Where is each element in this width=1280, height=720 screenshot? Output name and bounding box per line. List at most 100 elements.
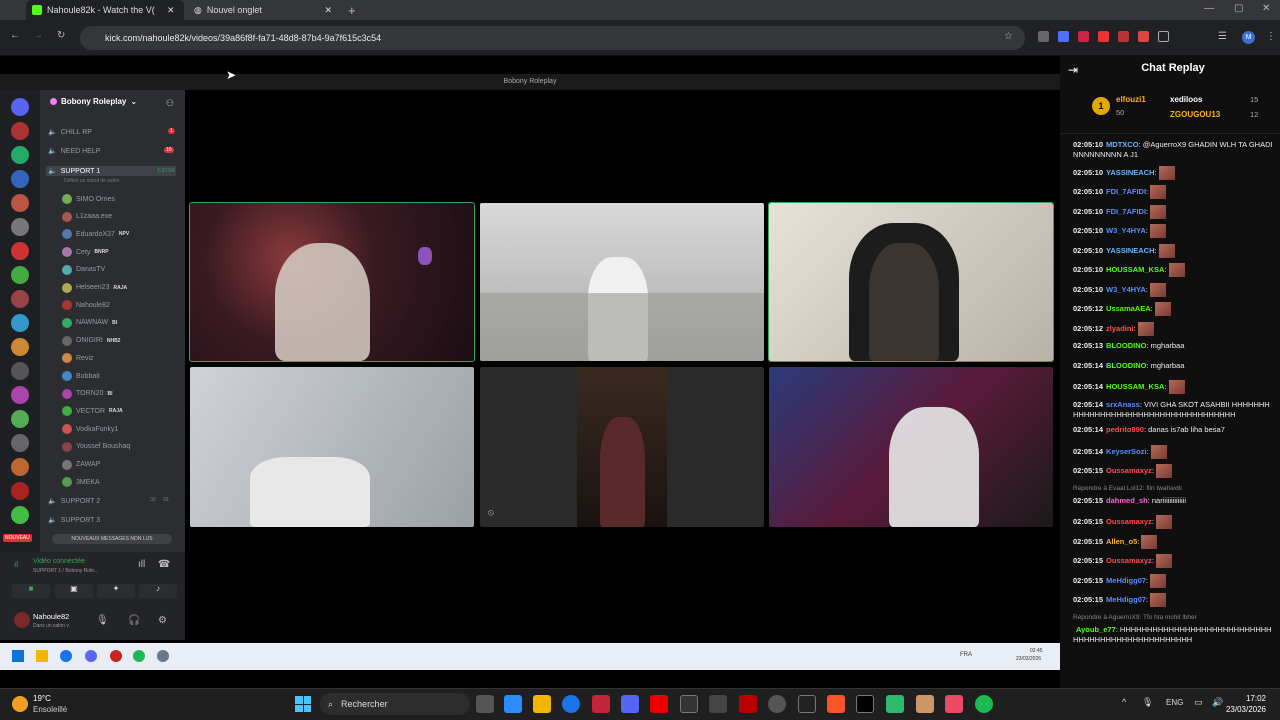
reply-context[interactable]: Répondre à Evaal.Lol12: flin twahaxtk bbox=[1073, 484, 1273, 494]
app-icon[interactable] bbox=[768, 695, 786, 713]
new-tab-button[interactable]: + bbox=[348, 3, 356, 18]
chat-message[interactable]: 02:05:14 BLOODINO: mgharbaa bbox=[1073, 361, 1273, 371]
message-username[interactable]: YASSINEACH bbox=[1106, 246, 1155, 255]
channel-chill-rp[interactable]: 🔈 CHILL RP bbox=[48, 128, 92, 137]
weather-icon[interactable] bbox=[12, 696, 28, 712]
chat-message[interactable]: 02:05:15 dahmed_sh: nariiiiiiiiiiiiii bbox=[1073, 496, 1273, 506]
spotify-icon[interactable] bbox=[133, 650, 145, 662]
server-icon[interactable] bbox=[11, 194, 29, 212]
extensions-puzzle-icon[interactable] bbox=[1158, 31, 1169, 42]
chat-message[interactable]: Ayoub_e77: HHHHHHHHHHHHHHHHHHHHHHHHHHHHH… bbox=[1073, 625, 1273, 645]
copilot-icon[interactable] bbox=[504, 695, 522, 713]
app-icon[interactable] bbox=[886, 695, 904, 713]
chat-message[interactable]: 02:05:10 W3_Y4HYA: bbox=[1073, 224, 1273, 239]
app-icon[interactable] bbox=[592, 695, 610, 713]
chrome-icon[interactable] bbox=[60, 650, 72, 662]
extension-icon[interactable] bbox=[1058, 31, 1069, 42]
chat-message[interactable]: 02:05:12 zlyadini: bbox=[1073, 321, 1273, 336]
chat-message[interactable]: 02:05:10 HOUSSAM_KSA: bbox=[1073, 263, 1273, 278]
chat-message[interactable]: 02:05:15 MeHdigg07: bbox=[1073, 593, 1273, 608]
extension-icon[interactable] bbox=[1118, 31, 1129, 42]
message-username[interactable]: srxAnass bbox=[1106, 400, 1140, 409]
video-tile-3[interactable] bbox=[768, 202, 1054, 362]
server-icon[interactable] bbox=[11, 410, 29, 428]
message-username[interactable]: FDI_7AFIDI bbox=[1106, 207, 1146, 216]
chrome-icon[interactable] bbox=[562, 695, 580, 713]
chat-message[interactable]: 02:05:14 HOUSSAM_KSA: bbox=[1073, 380, 1273, 395]
tab-kick[interactable]: Nahoule82k - Watch the V( ✕ bbox=[26, 0, 184, 20]
voice-member[interactable]: ZAWAP bbox=[62, 459, 100, 470]
chat-message[interactable]: 02:05:15 Oussamaxyz: bbox=[1073, 464, 1273, 479]
headphones-icon[interactable]: 🎧 bbox=[128, 615, 140, 626]
video-tile-4[interactable] bbox=[190, 367, 474, 527]
xm-icon[interactable] bbox=[798, 695, 816, 713]
server-icon[interactable] bbox=[11, 218, 29, 236]
server-icon[interactable] bbox=[11, 266, 29, 284]
video-tile-5[interactable]: ⦸ bbox=[480, 367, 764, 527]
server-icon[interactable] bbox=[11, 122, 29, 140]
message-username[interactable]: W3_Y4HYA bbox=[1106, 226, 1146, 235]
camera-button[interactable]: ■ bbox=[12, 584, 50, 598]
message-username[interactable]: HOUSSAM_KSA bbox=[1106, 382, 1164, 391]
noise-icon[interactable]: ıll bbox=[138, 559, 145, 570]
message-username[interactable]: W3_Y4HYA bbox=[1106, 285, 1146, 294]
explorer-icon[interactable] bbox=[533, 695, 551, 713]
gear-icon[interactable] bbox=[709, 695, 727, 713]
screen-share-button[interactable]: ▣ bbox=[55, 584, 93, 598]
chat-message[interactable]: 02:05:14 KeyserSozi: bbox=[1073, 444, 1273, 459]
windows-icon[interactable] bbox=[12, 650, 24, 662]
server-icon[interactable] bbox=[11, 314, 29, 332]
microphone-icon[interactable]: 🎙 bbox=[96, 615, 109, 626]
brave-icon[interactable] bbox=[827, 695, 845, 713]
message-username[interactable]: MDTXCO bbox=[1106, 140, 1139, 149]
explorer-icon[interactable] bbox=[36, 650, 48, 662]
chat-message[interactable]: 02:05:10 YASSINEACH: bbox=[1073, 165, 1273, 180]
server-icon[interactable] bbox=[11, 242, 29, 260]
extension-icon[interactable] bbox=[1038, 31, 1049, 42]
server-icon[interactable] bbox=[11, 338, 29, 356]
language-indicator[interactable]: ENG bbox=[1166, 698, 1183, 707]
voice-member[interactable]: Youssef Boushaq bbox=[62, 441, 130, 452]
profile-avatar[interactable]: M bbox=[1242, 31, 1255, 44]
message-username[interactable]: BLOODINO bbox=[1106, 361, 1146, 370]
tt-icon[interactable] bbox=[856, 695, 874, 713]
server-icon[interactable] bbox=[11, 434, 29, 452]
chat-message[interactable]: 02:05:12 UssamaAEA: bbox=[1073, 302, 1273, 317]
chevron-up-icon[interactable]: ^ bbox=[1122, 697, 1126, 707]
voice-member[interactable]: Bobbait bbox=[62, 371, 100, 381]
forward-icon[interactable]: → bbox=[33, 30, 43, 41]
message-username[interactable]: Oussamaxyz bbox=[1106, 556, 1152, 565]
chat-message[interactable]: 02:05:10 W3_Y4HYA: bbox=[1073, 282, 1273, 297]
gear-icon[interactable]: ⚙ bbox=[158, 615, 167, 626]
voice-member[interactable]: VodkaFunky1 bbox=[62, 424, 118, 435]
message-username[interactable]: Allen_o5 bbox=[1106, 537, 1137, 546]
message-username[interactable]: Ayoub_e77 bbox=[1076, 625, 1116, 634]
menu-icon[interactable]: ⋮ bbox=[1266, 31, 1276, 42]
voice-member[interactable]: L1zaaa.exe bbox=[62, 211, 116, 222]
message-username[interactable]: Oussamaxyz bbox=[1106, 517, 1152, 526]
message-username[interactable]: MeHdigg07 bbox=[1106, 576, 1146, 585]
message-username[interactable]: Oussamaxyz bbox=[1106, 466, 1152, 475]
voice-member[interactable]: 3MEKA bbox=[62, 477, 100, 488]
channel-support-2[interactable]: 🔈 SUPPORT 2 bbox=[48, 497, 100, 506]
voice-member[interactable]: NAWNAW BI bbox=[62, 317, 117, 328]
server-icon[interactable] bbox=[11, 170, 29, 188]
soundboard-button[interactable]: ♪ bbox=[139, 584, 177, 598]
chat-message[interactable]: 02:05:14 pedrito990: danas is7ab liha bes… bbox=[1073, 425, 1273, 435]
fn-icon[interactable] bbox=[680, 695, 698, 713]
extension-icon[interactable] bbox=[1138, 31, 1149, 42]
video-tile-1[interactable] bbox=[189, 202, 475, 362]
message-username[interactable]: dahmed_sh bbox=[1106, 496, 1148, 505]
chat-message[interactable]: 02:05:10 MDTXCO: @AguerroX9 GHADIN WLH TA… bbox=[1073, 140, 1273, 160]
message-username[interactable]: zlyadini bbox=[1106, 324, 1134, 333]
message-username[interactable]: FDI_7AFIDI bbox=[1106, 187, 1146, 196]
new-messages-bar[interactable]: NOUVEAUX MESSAGES NON LUS bbox=[52, 534, 172, 544]
app-icon[interactable] bbox=[739, 695, 757, 713]
youtube-icon[interactable] bbox=[650, 695, 668, 713]
server-icon[interactable] bbox=[11, 506, 29, 524]
chat-message[interactable]: 02:05:15 MeHdigg07: bbox=[1073, 573, 1273, 588]
channel-support-1[interactable]: 🔈 SUPPORT 1 1:37:04 bbox=[46, 166, 176, 176]
reading-list-icon[interactable]: ☰ bbox=[1218, 31, 1227, 42]
voice-member[interactable]: Reviz bbox=[62, 353, 94, 364]
teams-icon[interactable] bbox=[621, 695, 639, 713]
